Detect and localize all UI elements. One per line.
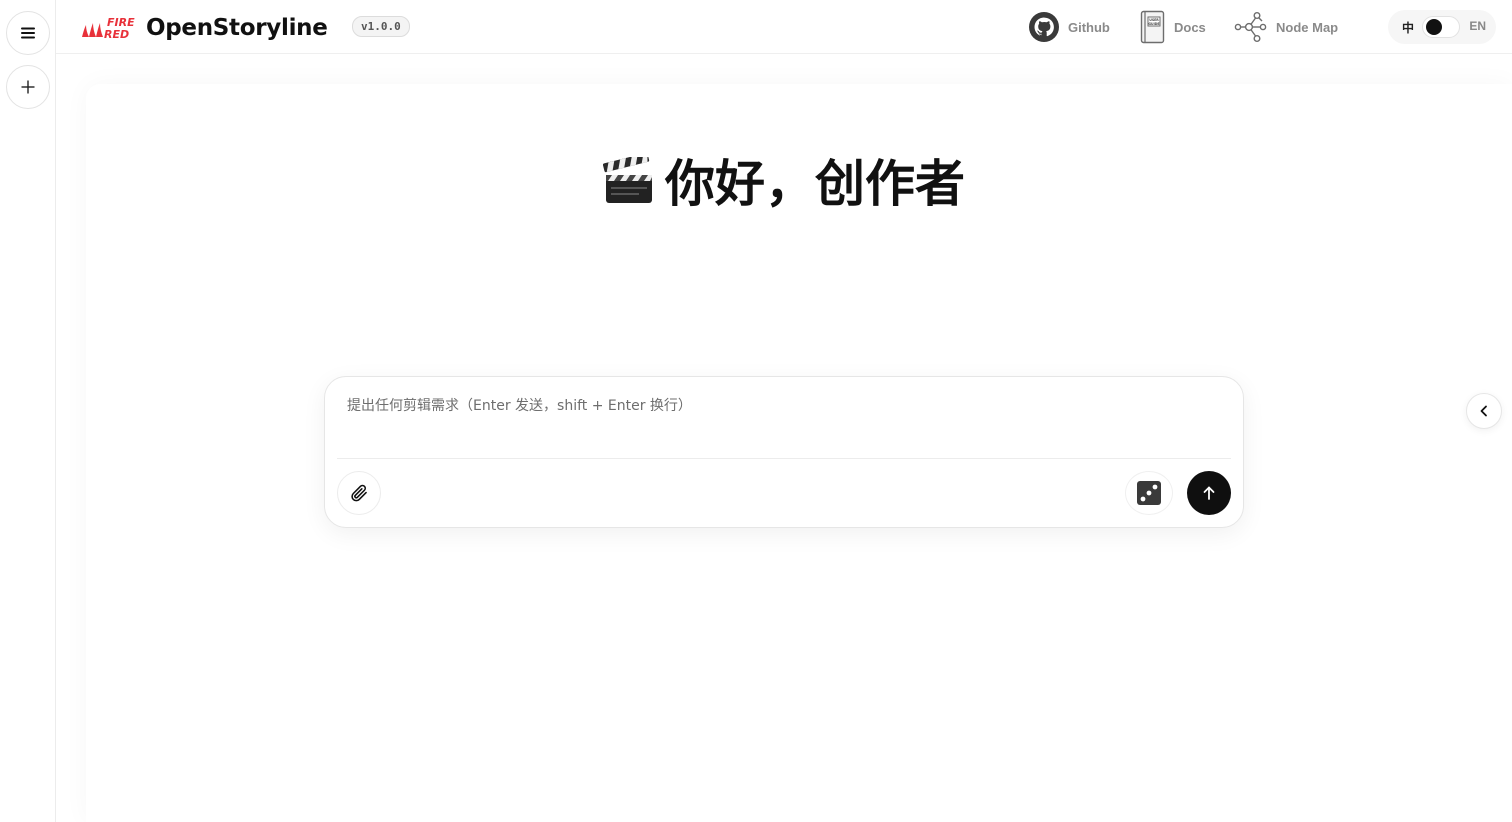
plus-icon xyxy=(21,80,35,94)
version-badge: v1.0.0 xyxy=(352,16,410,37)
composer-divider xyxy=(337,458,1231,459)
top-header: FIRE RED OpenStoryline v1.0.0 Github USE… xyxy=(56,0,1512,54)
chevron-left-icon xyxy=(1480,405,1487,417)
docs-link[interactable]: USER GUIDE Docs xyxy=(1140,10,1206,44)
svg-text:GUIDE: GUIDE xyxy=(1148,22,1159,26)
language-zh-label: 中 xyxy=(1402,21,1415,35)
fire-red-logo-icon: FIRE RED xyxy=(82,16,135,41)
paperclip-icon xyxy=(351,484,367,502)
greeting-heading: 你好，创作者 xyxy=(0,144,1512,216)
node-map-label: Node Map xyxy=(1276,19,1339,35)
hamburger-menu-icon xyxy=(21,27,35,39)
github-link[interactable]: Github xyxy=(1028,10,1110,44)
greeting-text: 你好，创作者 xyxy=(665,155,965,213)
left-rail xyxy=(0,0,56,822)
user-guide-book-icon: USER GUIDE xyxy=(1140,10,1165,44)
clapperboard-icon xyxy=(603,157,652,203)
random-prompt-button[interactable] xyxy=(1125,471,1173,515)
new-session-button[interactable] xyxy=(6,65,50,109)
node-graph-icon xyxy=(1234,12,1267,43)
send-button[interactable] xyxy=(1187,471,1231,515)
prompt-composer xyxy=(324,376,1244,528)
menu-button[interactable] xyxy=(6,11,50,55)
svg-text:RED: RED xyxy=(104,28,129,41)
app-logo[interactable]: FIRE RED OpenStoryline xyxy=(80,14,328,42)
language-switch-track[interactable] xyxy=(1422,16,1460,38)
node-map-link[interactable]: Node Map xyxy=(1234,10,1338,44)
language-en-label: EN xyxy=(1469,19,1486,33)
github-icon xyxy=(1029,12,1059,42)
language-switch-knob xyxy=(1426,19,1442,35)
dice-icon xyxy=(1137,481,1161,505)
language-toggle[interactable]: 中 EN xyxy=(1388,10,1496,44)
docs-label: Docs xyxy=(1174,19,1206,35)
arrow-up-icon xyxy=(1203,486,1215,500)
attach-button[interactable] xyxy=(337,471,381,515)
right-panel-toggle[interactable] xyxy=(1466,393,1502,429)
github-label: Github xyxy=(1068,19,1110,35)
app-name: OpenStoryline xyxy=(146,15,328,41)
prompt-input[interactable] xyxy=(347,395,1217,455)
